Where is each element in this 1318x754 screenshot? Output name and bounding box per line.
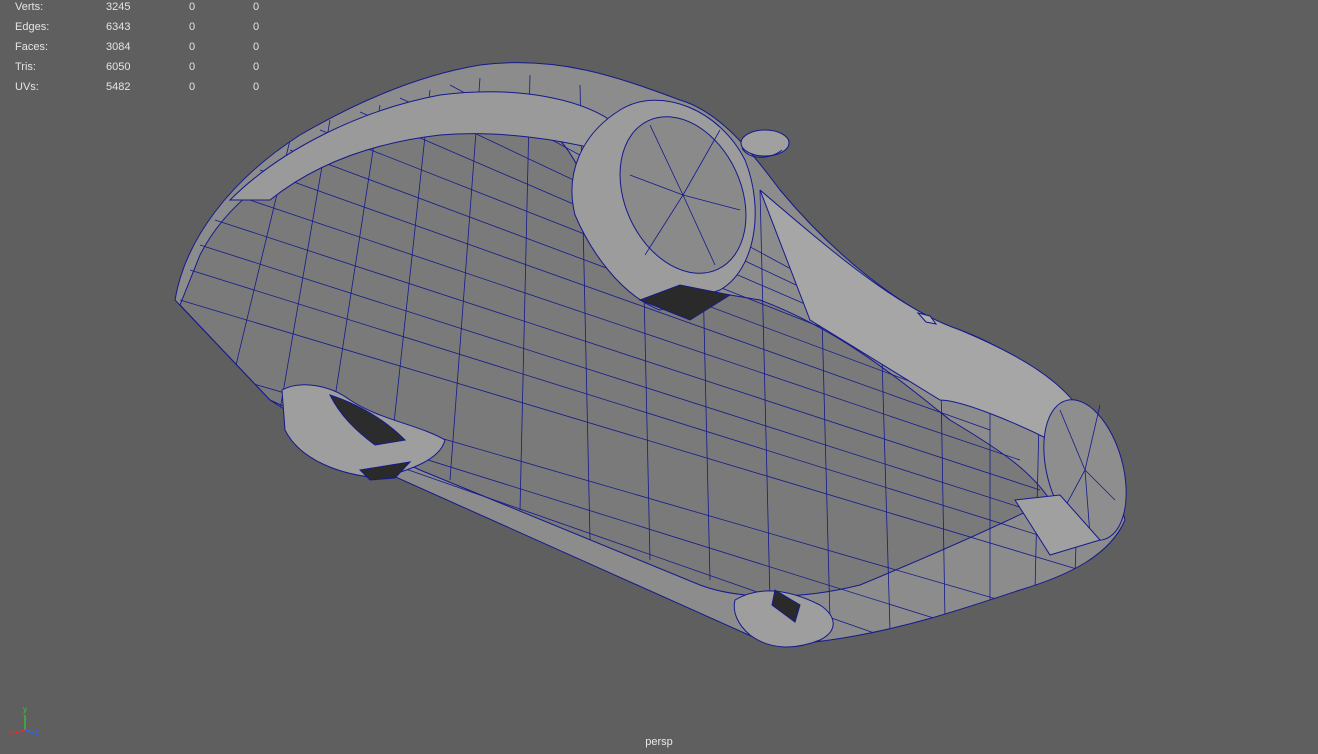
y-axis-label: y [23,705,27,714]
hud-value: 0 [189,41,196,53]
hud-value: 3245 [106,1,131,13]
hud-label: UVs: [15,81,39,93]
hud-label: Verts: [15,1,44,13]
hud-value: 0 [253,1,260,13]
hud-label: Faces: [15,41,49,53]
hud-value: 0 [253,61,260,73]
hud-value: 0 [253,81,260,93]
hud-label: Edges: [15,21,50,33]
x-axis-line [14,729,26,734]
poly-count-hud: Verts: 3245 0 0 Edges: 6343 0 0 Faces: 3… [0,0,280,100]
hud-row-tris: Tris: 6050 0 0 [0,60,280,80]
camera-label: persp [645,736,673,748]
hud-value: 6050 [106,61,131,73]
hud-value: 0 [253,21,260,33]
hud-value: 0 [189,61,196,73]
car-mesh-wireframe[interactable] [0,0,1318,754]
hud-value: 3084 [106,41,131,53]
hud-label: Tris: [15,61,36,73]
hud-value: 0 [253,41,260,53]
hud-value: 5482 [106,81,131,93]
hud-value: 0 [189,1,196,13]
hud-row-uvs: UVs: 5482 0 0 [0,80,280,100]
hud-row-verts: Verts: 3245 0 0 [0,0,280,20]
hud-value: 0 [189,81,196,93]
z-axis-line [24,729,35,734]
perspective-viewport[interactable]: Verts: 3245 0 0 Edges: 6343 0 0 Faces: 3… [0,0,1318,754]
hud-value: 6343 [106,21,131,33]
hud-row-edges: Edges: 6343 0 0 [0,20,280,40]
hud-value: 0 [189,21,196,33]
hud-row-faces: Faces: 3084 0 0 [0,40,280,60]
